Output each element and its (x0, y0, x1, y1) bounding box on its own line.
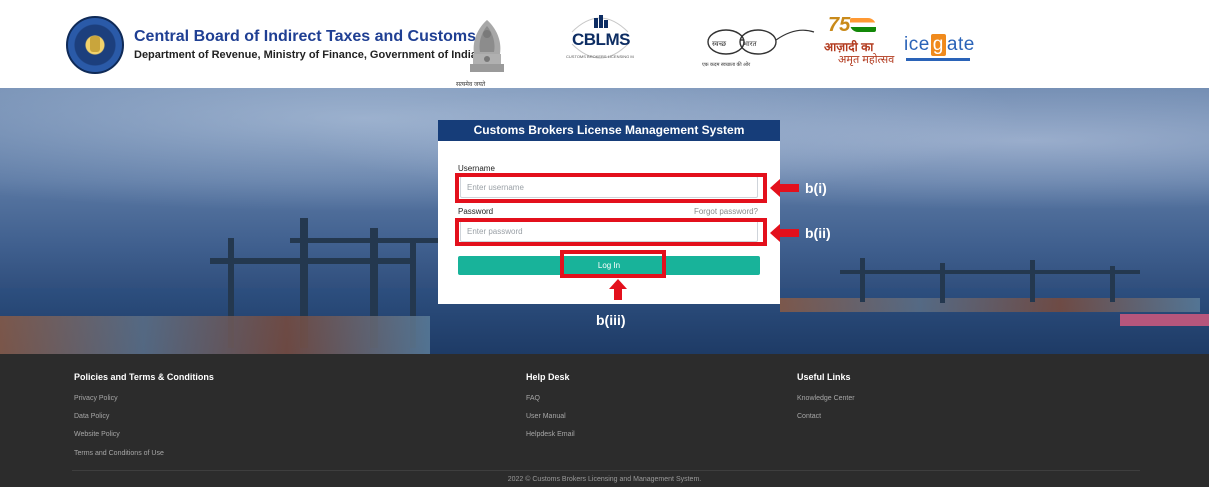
crane-silhouette (1030, 260, 1035, 302)
azadi-line-2: अमृत महोत्सव (838, 54, 895, 66)
cbic-seal-logo[interactable] (66, 16, 124, 74)
cblms-tagline: CUSTOMS BROKERS LICENSING MANAGEMENT SYS… (566, 54, 634, 59)
username-label: Username (458, 164, 495, 173)
username-arrow-icon (770, 179, 799, 197)
org-title: Central Board of Indirect Taxes and Cust… (134, 28, 476, 45)
org-subtitle: Department of Revenue, Ministry of Finan… (134, 49, 477, 61)
site-header: Central Board of Indirect Taxes and Cust… (0, 0, 1209, 88)
crane-silhouette (860, 258, 865, 302)
footer-link-website-policy[interactable]: Website Policy (74, 431, 120, 438)
footer-link-faq[interactable]: FAQ (526, 395, 540, 402)
icegate-text-g: g (930, 34, 946, 56)
icegate-text-ate: ate (946, 34, 975, 55)
footer-link-data-policy[interactable]: Data Policy (74, 413, 109, 420)
icegate-underline (906, 58, 970, 61)
password-highlight (455, 218, 767, 246)
login-title: Customs Brokers License Management Syste… (438, 120, 780, 141)
footer-divider (72, 470, 1140, 471)
emblem-caption: सत्यमेव जयते (456, 82, 486, 88)
hero-banner: Customs Brokers License Management Syste… (0, 88, 1209, 354)
national-emblem-icon (470, 20, 504, 72)
annotation-password: b(ii) (805, 225, 831, 241)
ship-hull (1120, 314, 1209, 326)
crane-silhouette (940, 263, 945, 303)
forgot-password-link[interactable]: Forgot password? (694, 207, 758, 216)
annotation-login: b(iii) (596, 312, 626, 328)
footer-link-terms[interactable]: Terms and Conditions of Use (74, 450, 164, 457)
container-stack (0, 316, 430, 354)
site-footer: Policies and Terms & Conditions Privacy … (0, 354, 1209, 487)
crane-silhouette (290, 238, 440, 243)
container-stack (780, 298, 1200, 312)
swachh-caption: एक कदम स्वच्छता की ओर (702, 62, 751, 68)
login-highlight (560, 250, 666, 278)
footer-heading-help-desk: Help Desk (526, 372, 570, 382)
azadi-flag-icon (850, 18, 876, 32)
footer-heading-useful-links: Useful Links (797, 372, 851, 382)
footer-link-contact[interactable]: Contact (797, 413, 821, 420)
footer-heading-policies: Policies and Terms & Conditions (74, 372, 214, 382)
cblms-logo-text: CBLMS (572, 30, 630, 49)
footer-link-helpdesk-email[interactable]: Helpdesk Email (526, 431, 575, 438)
password-label: Password (458, 207, 494, 216)
annotation-username: b(i) (805, 180, 827, 196)
footer-link-user-manual[interactable]: User Manual (526, 413, 566, 420)
crane-silhouette (210, 258, 410, 264)
login-arrow-icon (609, 279, 627, 300)
footer-copyright: 2022 © Customs Brokers Licensing and Man… (507, 476, 702, 483)
bharat-word: भारत (743, 41, 757, 48)
icegate-text-ice: ice (904, 34, 930, 55)
username-highlight (455, 173, 767, 203)
footer-link-knowledge-center[interactable]: Knowledge Center (797, 395, 855, 402)
swachh-word: स्वच्छ (712, 41, 727, 48)
crane-silhouette (840, 270, 1140, 274)
footer-link-privacy-policy[interactable]: Privacy Policy (74, 395, 118, 402)
password-arrow-icon (770, 224, 799, 242)
icegate-logo[interactable]: ice g ate (904, 34, 975, 60)
azadi-75-number: 75 (828, 14, 851, 36)
